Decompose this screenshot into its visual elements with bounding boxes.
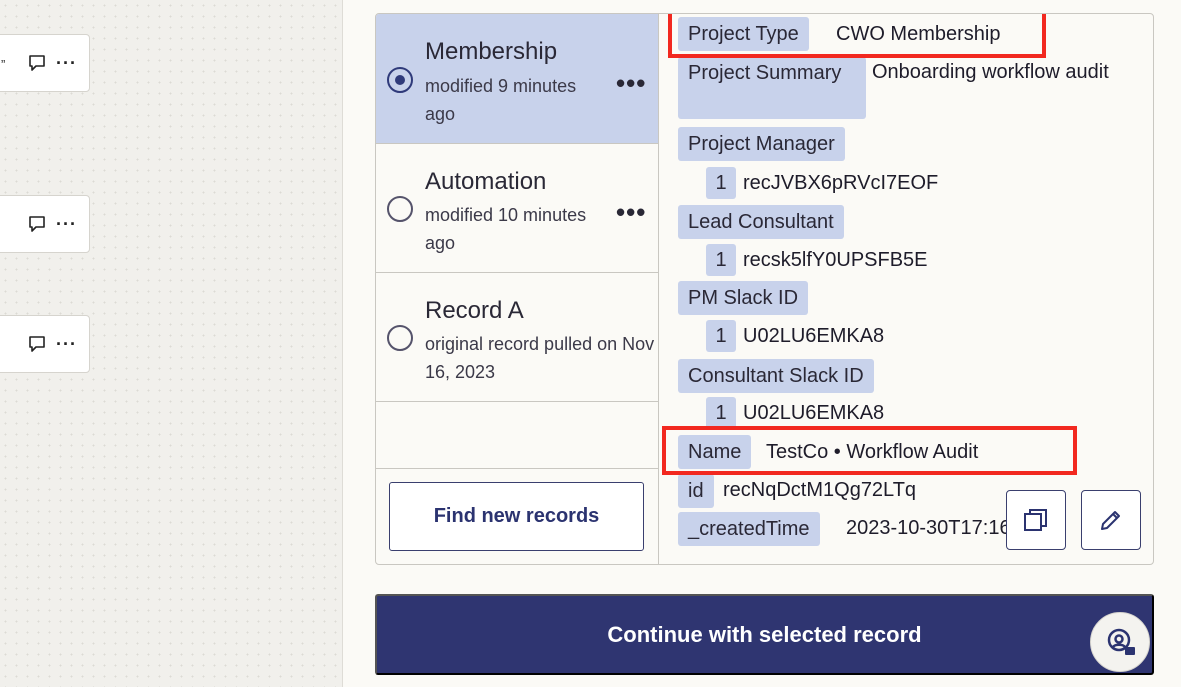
copy-icon [1024,509,1047,531]
workflow-canvas[interactable]: ” ··· ··· ··· [0,0,343,687]
field-value-project-manager: recJVBX6pRVcI7EOF [743,172,939,194]
copy-button[interactable] [1006,490,1066,550]
record-meta: original record pulled on Nov 16, 2023 [425,334,655,382]
field-value-id: recNqDctM1Qg72LTq [723,479,917,501]
field-value-project-summary: Onboarding workflow audit [872,61,1109,83]
record-meta: modified 9 minutes ago [425,76,577,124]
field-label-id: id [678,474,714,508]
record-list: Membership modified 9 minutes ago ••• Au… [376,14,659,564]
field-value-lead-consultant: recsk5lfY0UPSFB5E [743,249,928,271]
list-index: 1 [706,167,736,199]
highlight-box-name [662,426,1077,475]
canvas-step-card[interactable]: ··· [0,315,90,373]
record-list-empty-row [376,402,658,469]
canvas-step-card[interactable]: ··· [0,195,90,253]
record-item-automation[interactable]: Automation modified 10 minutes ago ••• [376,144,658,273]
field-label-pm-slack-id: PM Slack ID [678,281,809,315]
list-index: 1 [706,244,736,276]
more-options-icon[interactable]: ··· [56,54,77,72]
continue-with-selected-record-button[interactable]: Continue with selected record [375,594,1154,675]
field-value-created-time: 2023-10-30T17:16:2 [846,517,1028,539]
record-item-membership[interactable]: Membership modified 9 minutes ago ••• [376,14,658,144]
list-index: 1 [706,320,736,352]
field-label-project-manager: Project Manager [678,127,845,161]
more-options-icon[interactable]: ··· [56,335,77,353]
more-options-icon[interactable]: ••• [616,70,646,96]
edit-button[interactable] [1081,490,1141,550]
list-index: 1 [706,397,736,429]
record-title: Automation [425,168,547,195]
record-item-record-a[interactable]: Record A original record pulled on Nov 1… [376,273,658,402]
field-value-consultant-slack-id: U02LU6EMKA8 [743,402,885,424]
find-new-records-button[interactable]: Find new records [389,482,644,551]
highlight-box-project-type [668,14,1046,58]
record-title: Record A [425,297,524,324]
field-label-lead-consultant: Lead Consultant [678,205,844,239]
record-meta: modified 10 minutes ago [425,205,587,253]
field-value-pm-slack-id: U02LU6EMKA8 [743,325,885,347]
more-options-icon[interactable]: ··· [56,215,77,233]
field-label-project-summary: Project Summary [678,57,866,119]
comment-icon[interactable] [28,335,46,353]
radio-selected[interactable] [387,67,413,93]
comment-icon[interactable] [28,54,46,72]
card-text: ” [1,57,6,72]
field-label-consultant-slack-id: Consultant Slack ID [678,359,874,393]
radio-unselected[interactable] [387,196,413,222]
canvas-step-card[interactable]: ” ··· [0,34,90,92]
comment-icon[interactable] [28,215,46,233]
record-detail-pane: Project Type CWO Membership Project Summ… [660,14,1153,564]
more-options-icon[interactable]: ••• [616,199,646,225]
pencil-icon [1101,511,1120,530]
support-agent-icon [1107,628,1135,655]
field-label-created-time: _createdTime [678,512,820,546]
radio-unselected[interactable] [387,325,413,351]
help-button[interactable] [1090,612,1150,672]
record-picker-panel: Membership modified 9 minutes ago ••• Au… [375,13,1154,565]
record-title: Membership [425,38,558,65]
